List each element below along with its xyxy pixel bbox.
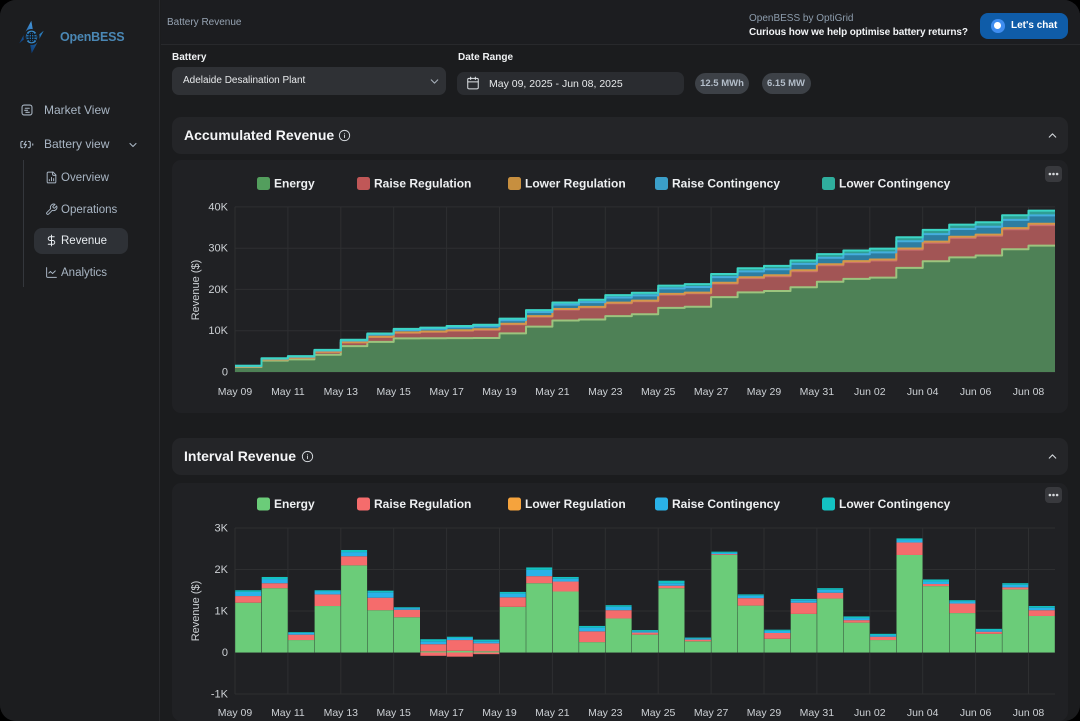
- svg-text:May 19: May 19: [482, 707, 517, 719]
- svg-text:May 21: May 21: [535, 386, 570, 398]
- svg-text:Jun 06: Jun 06: [960, 707, 992, 719]
- svg-text:Lower Regulation: Lower Regulation: [525, 497, 626, 511]
- svg-text:May 21: May 21: [535, 707, 570, 719]
- svg-text:30K: 30K: [208, 243, 228, 255]
- svg-text:Raise Regulation: Raise Regulation: [374, 177, 471, 191]
- svg-text:May 19: May 19: [482, 386, 517, 398]
- svg-text:-1K: -1K: [211, 689, 229, 701]
- svg-text:May 09: May 09: [218, 386, 253, 398]
- svg-text:May 29: May 29: [747, 707, 782, 719]
- svg-text:Raise Contingency: Raise Contingency: [672, 177, 780, 191]
- svg-text:Energy: Energy: [274, 177, 315, 191]
- svg-text:Lower Contingency: Lower Contingency: [839, 497, 951, 511]
- svg-text:3K: 3K: [215, 523, 229, 535]
- svg-text:Energy: Energy: [274, 497, 315, 511]
- svg-text:May 31: May 31: [800, 707, 835, 719]
- svg-text:20K: 20K: [208, 284, 228, 296]
- svg-text:Jun 06: Jun 06: [960, 386, 992, 398]
- svg-text:0: 0: [222, 367, 228, 379]
- svg-text:Jun 02: Jun 02: [854, 707, 886, 719]
- svg-text:May 31: May 31: [800, 386, 835, 398]
- svg-text:May 17: May 17: [429, 707, 464, 719]
- svg-text:May 23: May 23: [588, 386, 623, 398]
- svg-text:Jun 04: Jun 04: [907, 707, 939, 719]
- svg-text:May 27: May 27: [694, 386, 729, 398]
- svg-text:May 09: May 09: [218, 707, 253, 719]
- svg-text:May 27: May 27: [694, 707, 729, 719]
- svg-text:Revenue ($): Revenue ($): [190, 260, 202, 321]
- svg-text:May 23: May 23: [588, 707, 623, 719]
- svg-text:May 13: May 13: [324, 386, 359, 398]
- svg-text:Jun 08: Jun 08: [1013, 386, 1045, 398]
- svg-text:40K: 40K: [208, 201, 228, 213]
- svg-text:2K: 2K: [215, 564, 229, 576]
- svg-text:May 17: May 17: [429, 386, 464, 398]
- svg-text:May 15: May 15: [376, 386, 411, 398]
- svg-text:0: 0: [222, 647, 228, 659]
- svg-text:May 29: May 29: [747, 386, 782, 398]
- svg-text:Jun 08: Jun 08: [1013, 707, 1045, 719]
- svg-text:May 13: May 13: [324, 707, 359, 719]
- svg-text:Lower Contingency: Lower Contingency: [839, 177, 951, 191]
- svg-text:May 25: May 25: [641, 386, 676, 398]
- svg-text:Jun 02: Jun 02: [854, 386, 886, 398]
- svg-text:Jun 04: Jun 04: [907, 386, 939, 398]
- svg-text:May 25: May 25: [641, 707, 676, 719]
- svg-text:Raise Regulation: Raise Regulation: [374, 497, 471, 511]
- svg-text:Revenue ($): Revenue ($): [190, 581, 202, 642]
- svg-text:Lower Regulation: Lower Regulation: [525, 177, 626, 191]
- svg-text:10K: 10K: [208, 325, 228, 337]
- svg-text:1K: 1K: [215, 606, 229, 618]
- svg-text:May 11: May 11: [271, 386, 305, 398]
- svg-text:Raise Contingency: Raise Contingency: [672, 497, 780, 511]
- svg-text:May 15: May 15: [376, 707, 411, 719]
- svg-text:May 11: May 11: [271, 707, 305, 719]
